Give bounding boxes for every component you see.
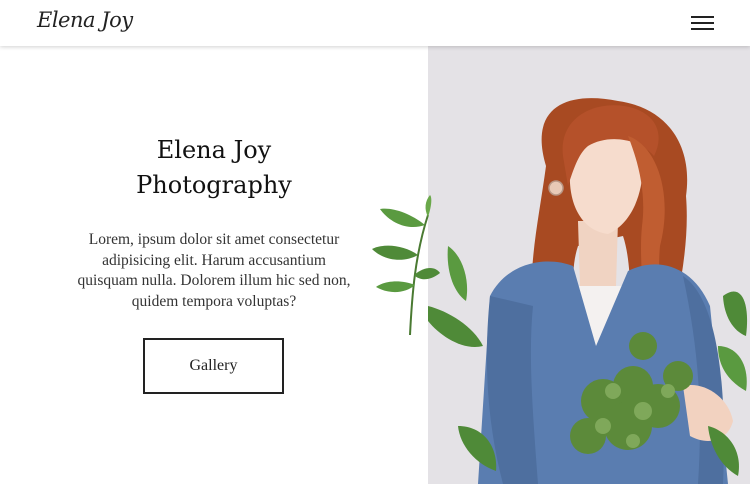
menu-line (691, 16, 714, 18)
hamburger-menu-icon[interactable] (688, 13, 716, 33)
hero-title-line2: Photography (136, 171, 292, 199)
gallery-button[interactable]: Gallery (143, 338, 284, 394)
menu-line (691, 28, 714, 30)
hero-description: Lorem, ipsum dolor sit amet consectetur … (55, 230, 373, 312)
hero-title: Elena Joy Photography (0, 133, 428, 203)
leaf-sprig-decoration (372, 195, 440, 335)
hero-description-line: adipisicing elit. Harum accusantium (102, 251, 326, 269)
hero-title-line1: Elena Joy (156, 136, 272, 164)
site-logo[interactable]: Elena Joy (37, 8, 133, 32)
hero-description-line: Lorem, ipsum dolor sit amet consectetur (88, 231, 340, 248)
photo-illustration (428, 46, 750, 484)
hero-text-panel: Elena Joy Photography Lorem, ipsum dolor… (0, 46, 428, 484)
hero-description-line: quisquam nulla. Dolorem illum hic sed no… (77, 272, 351, 289)
navbar: Elena Joy (0, 0, 750, 46)
menu-line (691, 22, 714, 24)
woman-with-greenery-photo (428, 46, 750, 484)
hero-description-line: quidem tempora voluptas? (131, 292, 297, 310)
